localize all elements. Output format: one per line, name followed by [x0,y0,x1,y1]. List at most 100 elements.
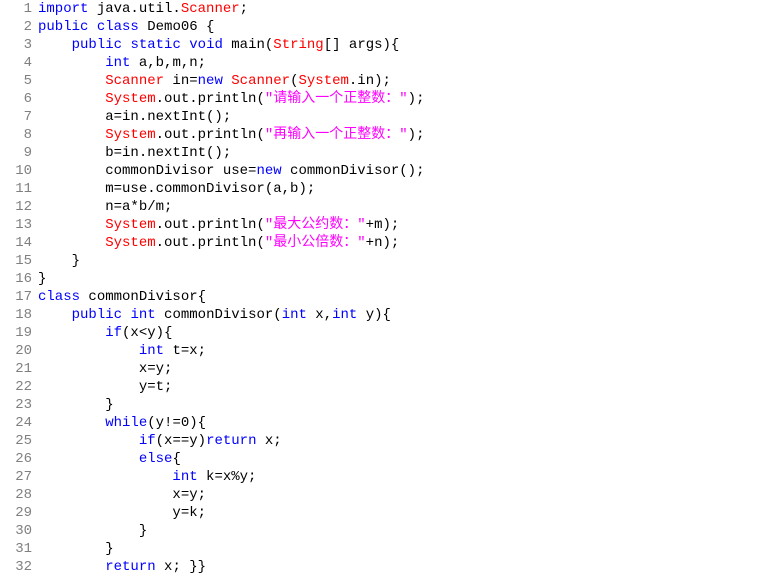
token-id: [] args){ [324,37,400,53]
code-line: Scanner in=new Scanner(System.in); [38,72,772,90]
token-id [38,55,105,71]
line-number: 20 [0,342,32,360]
line-number: 31 [0,540,32,558]
token-type: System [105,91,155,107]
token-id: java.util. [88,1,180,17]
token-kw: class [97,19,139,35]
token-kw: if [139,433,156,449]
token-type: System [105,235,155,251]
line-number: 24 [0,414,32,432]
token-type: System [105,127,155,143]
code-line: int a,b,m,n; [38,54,772,72]
token-type: Scanner [105,73,164,89]
line-number: 25 [0,432,32,450]
token-id: } [38,541,114,557]
line-number: 27 [0,468,32,486]
line-number: 6 [0,90,32,108]
token-id: commonDivisor(); [282,163,425,179]
token-id: } [38,253,80,269]
token-id [38,451,139,467]
token-id [38,433,139,449]
code-line: class commonDivisor{ [38,288,772,306]
token-id: } [38,523,147,539]
token-kw: int [172,469,197,485]
line-number: 15 [0,252,32,270]
token-type: String [273,37,323,53]
token-id: +m); [366,217,400,233]
line-number: 17 [0,288,32,306]
code-line: commonDivisor use=new commonDivisor(); [38,162,772,180]
code-line: while(y!=0){ [38,414,772,432]
token-id [38,235,105,251]
code-line: y=k; [38,504,772,522]
code-line: a=in.nextInt(); [38,108,772,126]
code-line: System.out.println("再输入一个正整数："); [38,126,772,144]
line-number-gutter: 1234567891011121314151617181920212223242… [0,0,38,576]
token-kw: else [139,451,173,467]
code-line: x=y; [38,486,772,504]
token-id [181,37,189,53]
code-line: return x; }} [38,558,772,576]
line-number: 23 [0,396,32,414]
code-line: } [38,252,772,270]
line-number: 13 [0,216,32,234]
token-str: "最小公倍数：" [265,235,366,251]
code-line: import java.util.Scanner; [38,0,772,18]
token-kw: public [72,37,122,53]
token-kw: int [139,343,164,359]
token-kw: import [38,1,88,17]
token-id: in= [164,73,198,89]
code-line: y=t; [38,378,772,396]
token-kw: int [130,307,155,323]
code-line: } [38,396,772,414]
line-number: 14 [0,234,32,252]
token-id: x=y; [38,487,206,503]
code-line: if(x==y)return x; [38,432,772,450]
token-id: commonDivisor( [156,307,282,323]
token-id: x; }} [156,559,206,575]
token-id: (x==y) [156,433,206,449]
token-id: commonDivisor use= [38,163,256,179]
line-number: 28 [0,486,32,504]
code-line: System.out.println("请输入一个正整数："); [38,90,772,108]
token-id [38,415,105,431]
code-line: n=a*b/m; [38,198,772,216]
token-id: b=in.nextInt(); [38,145,231,161]
token-str: "再输入一个正整数：" [265,127,408,143]
token-id: m=use.commonDivisor(a,b); [38,181,315,197]
token-kw: while [105,415,147,431]
code-line: System.out.println("最大公约数："+m); [38,216,772,234]
token-id [38,91,105,107]
token-kw: void [189,37,223,53]
token-id: y=k; [38,505,206,521]
token-type: Scanner [231,73,290,89]
line-number: 2 [0,18,32,36]
token-id: x=y; [38,361,172,377]
line-number: 4 [0,54,32,72]
code-line: } [38,540,772,558]
token-id: y){ [357,307,391,323]
line-number: 7 [0,108,32,126]
token-kw: int [282,307,307,323]
line-number: 21 [0,360,32,378]
line-number: 9 [0,144,32,162]
token-kw: if [105,325,122,341]
token-kw: new [256,163,281,179]
code-line: b=in.nextInt(); [38,144,772,162]
line-number: 12 [0,198,32,216]
line-number: 19 [0,324,32,342]
line-number: 22 [0,378,32,396]
line-number: 26 [0,450,32,468]
token-id [38,559,105,575]
token-id: } [38,397,114,413]
line-number: 5 [0,72,32,90]
code-content: import java.util.Scanner;public class De… [38,0,772,576]
code-line: else{ [38,450,772,468]
token-id: n=a*b/m; [38,199,172,215]
line-number: 18 [0,306,32,324]
token-id: +n); [366,235,400,251]
token-kw: int [105,55,130,71]
token-id: } [38,271,46,287]
token-id [38,307,72,323]
code-line: x=y; [38,360,772,378]
